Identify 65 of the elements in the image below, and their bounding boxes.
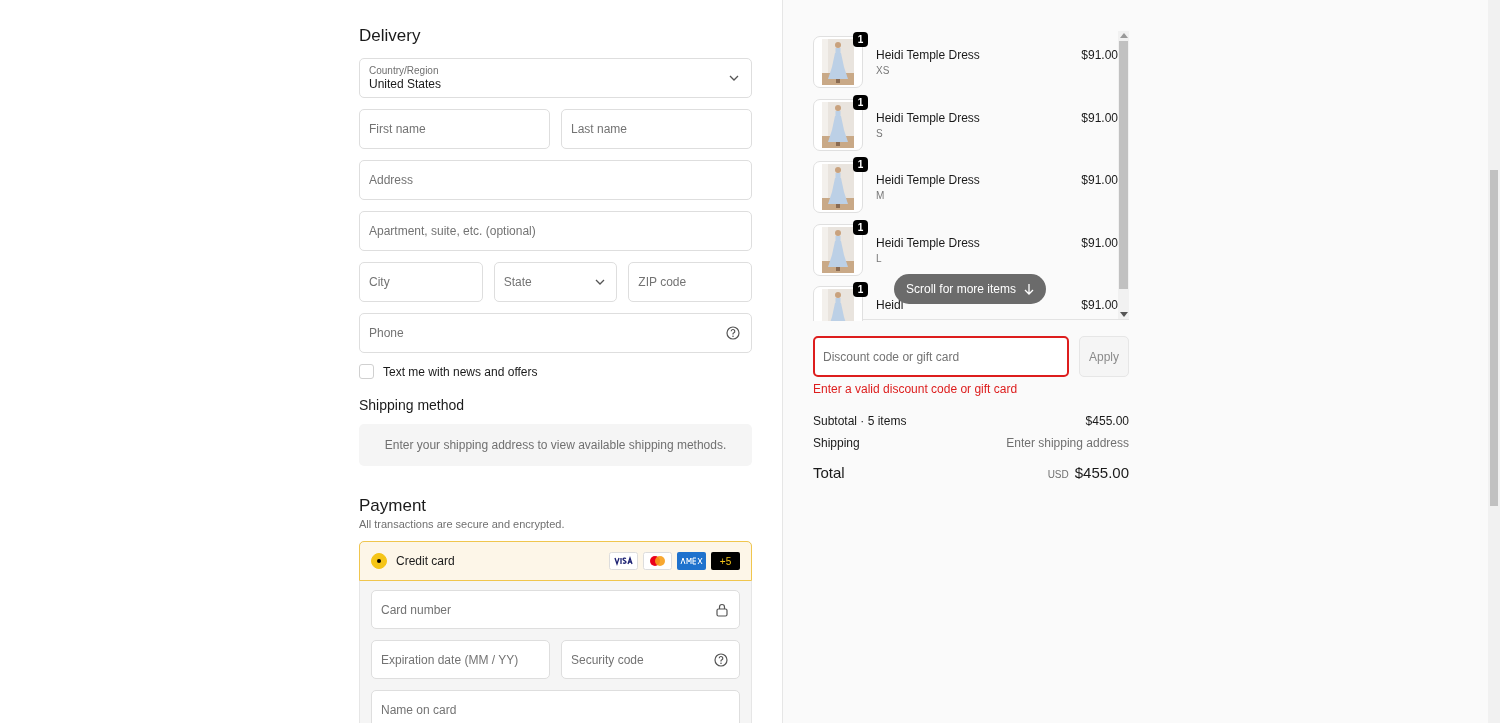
product-name: Heidi Temple Dress [876, 173, 981, 187]
error-message: Enter a valid discount code or gift card [813, 382, 1019, 396]
card-brand-icon [677, 552, 706, 570]
input-field[interactable]: Phone [359, 313, 752, 353]
section-heading: Payment [359, 496, 428, 516]
checkbox-label: Text me with news and offers [383, 364, 538, 379]
section-heading: Delivery [359, 26, 422, 46]
input-field[interactable]: First name [359, 109, 550, 149]
input-field[interactable]: Card number [371, 590, 740, 629]
total-label: Total [813, 464, 845, 481]
scrollbar[interactable] [1118, 31, 1129, 319]
chevron-down-icon [729, 75, 739, 81]
product-price: $91.00 [1081, 297, 1118, 312]
quantity-badge: 1 [853, 32, 868, 47]
product-variant: XS [876, 65, 891, 76]
product-variant: M [876, 190, 886, 201]
product-price: $91.00 [1081, 47, 1118, 62]
page-scrollbar[interactable] [1488, 0, 1500, 723]
product-price: $91.00 [1081, 172, 1118, 187]
payment-option[interactable]: Credit card +5 [359, 541, 752, 581]
product-variant: L [876, 252, 883, 264]
country-select[interactable]: Country/Region United States [359, 58, 752, 98]
quantity-badge: 1 [853, 157, 868, 172]
product-name: Heidi Temple Dress [876, 110, 981, 125]
quantity-badge: 1 [853, 219, 868, 235]
quantity-badge: 1 [853, 94, 868, 110]
summary-value: $455.00 [1085, 414, 1129, 428]
input-field[interactable]: Address [359, 160, 752, 200]
card-brand-icon [609, 552, 638, 570]
product-price: $91.00 [1081, 109, 1118, 125]
select-field[interactable]: State [493, 262, 618, 302]
shipping-notice: Enter your shipping address to view available shipping methods. [359, 424, 752, 466]
field-label: Country/Region [369, 64, 440, 77]
section-subtitle: All transactions are secure and encrypted. [359, 518, 566, 530]
lock-icon [716, 602, 728, 617]
arrow-down-icon [1024, 283, 1035, 295]
summary-value: Enter shipping address [1006, 436, 1129, 450]
input-field[interactable]: ZIP code [628, 262, 752, 302]
quantity-badge: 1 [853, 282, 868, 297]
help-icon[interactable] [726, 326, 740, 340]
section-heading: Shipping method [359, 396, 466, 414]
payment-option-label: Credit card [396, 554, 456, 568]
input-field[interactable]: Name on card [371, 690, 740, 723]
input-field[interactable]: Security code [561, 640, 740, 679]
field-value: United States [369, 76, 442, 92]
radio-button[interactable] [371, 553, 387, 569]
checkbox[interactable] [359, 364, 374, 379]
product-price: $91.00 [1081, 234, 1118, 250]
total-amount: $455.00 [1074, 464, 1129, 481]
help-icon[interactable] [714, 652, 728, 667]
product-name: Heidi Temple Dress [876, 48, 981, 62]
input-field[interactable]: City [359, 262, 483, 302]
input-field[interactable]: Apartment, suite, etc. (optional) [359, 211, 752, 251]
product-name: Heidi Temple Dress [876, 235, 981, 250]
product-variant: S [876, 127, 884, 139]
input-field[interactable]: Last name [561, 109, 752, 149]
input-field[interactable]: Expiration date (MM / YY) [371, 640, 550, 679]
scroll-down-icon[interactable] [1119, 312, 1128, 317]
summary-label: Subtotal · 5 items [813, 414, 907, 428]
discount-field[interactable]: Discount code or gift card [813, 336, 1069, 377]
overlapping-circles-icon [643, 552, 672, 570]
more-cards-badge: +5 [711, 552, 740, 570]
currency-code: USD [1047, 469, 1069, 480]
chevron-down-icon [595, 279, 606, 285]
summary-label: Shipping [813, 436, 860, 450]
